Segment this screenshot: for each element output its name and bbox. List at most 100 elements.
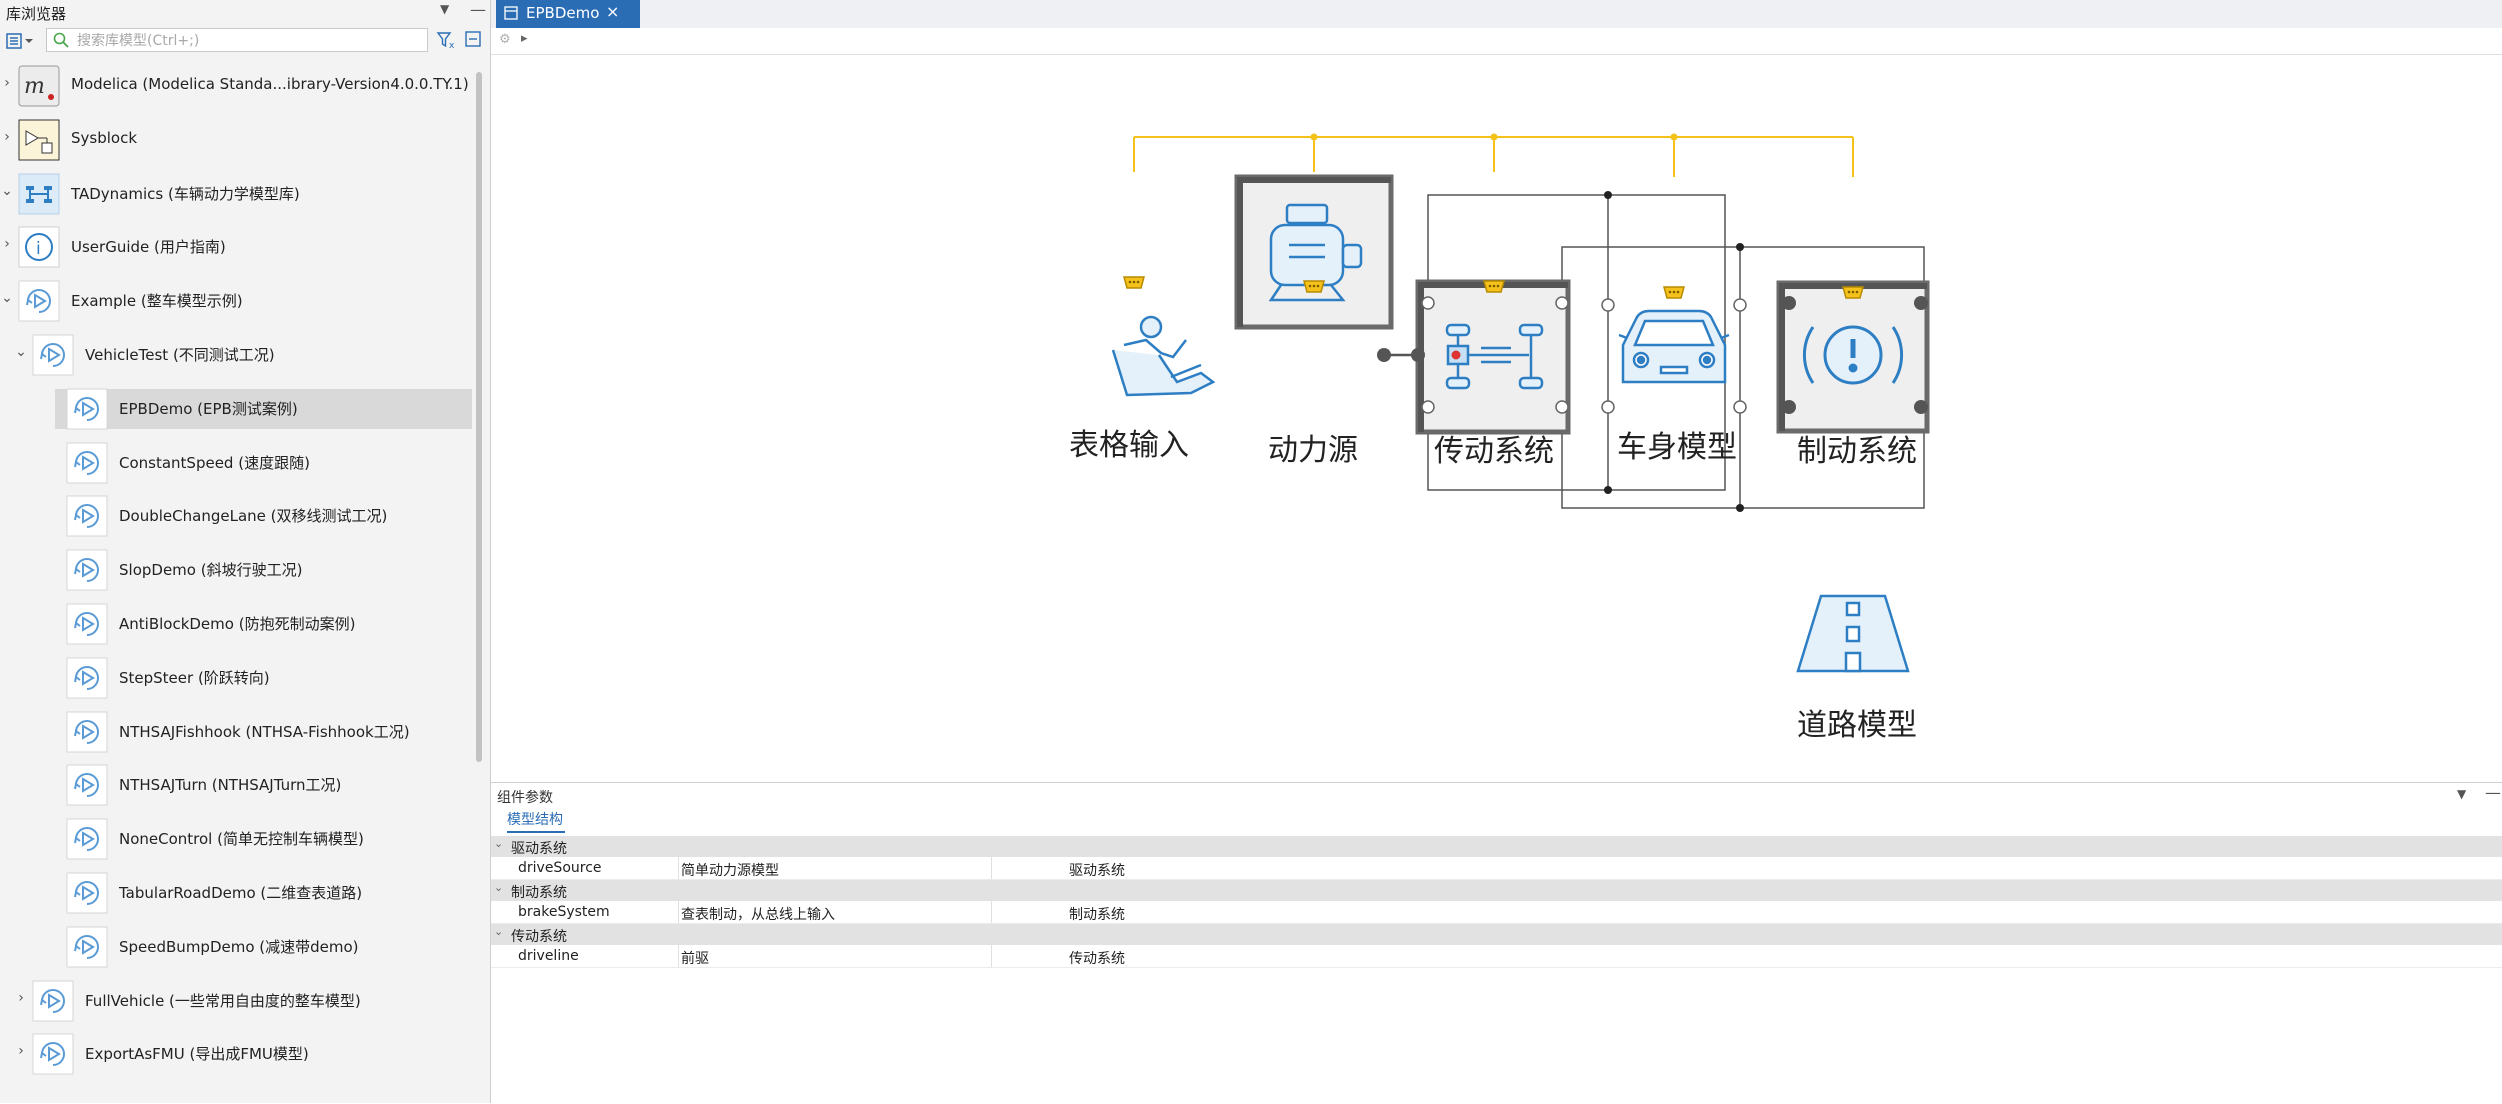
example-play-icon bbox=[18, 280, 60, 322]
car-icon bbox=[1618, 309, 1730, 384]
param-row[interactable]: driveline 前驱 传动系统 bbox=[491, 945, 2502, 968]
svg-text:m: m bbox=[24, 74, 45, 99]
component-params-panel: 组件参数 ▼ — 模型结构 ⌄ 驱动系统 driveSource 简单动力源模型 驱动系… bbox=[491, 782, 2502, 1104]
param-row[interactable]: driveSource 简单动力源模型 驱动系统 bbox=[491, 857, 2502, 880]
param-name: brakeSystem bbox=[518, 904, 610, 920]
tab-label: EPBDemo bbox=[526, 4, 600, 22]
connector-port-icon bbox=[1123, 276, 1145, 289]
tree-item[interactable]: › Sysblock bbox=[0, 115, 472, 165]
panel-menu-chevron-icon[interactable]: ▼ bbox=[440, 2, 449, 16]
chevron-down-icon[interactable]: ⌄ bbox=[0, 290, 14, 310]
param-group-label: 制动系统 bbox=[511, 885, 567, 901]
chevron-down-icon[interactable]: ⌄ bbox=[14, 344, 28, 364]
tree-item[interactable]: AntiBlockDemo (防抱死制动案例) bbox=[0, 599, 472, 649]
table-input-component[interactable] bbox=[1111, 276, 1216, 397]
chevron-down-icon[interactable]: ⌄ bbox=[494, 925, 503, 938]
model-document-icon bbox=[504, 6, 518, 20]
tree-item[interactable]: ⌄ TADynamics (车辆动力学模型库) bbox=[0, 169, 472, 219]
brake-system-label: 制动系统 bbox=[1797, 434, 1917, 469]
svg-text:x: x bbox=[449, 41, 455, 50]
chevron-right-icon[interactable]: › bbox=[14, 1043, 28, 1063]
tree-item-label: ExportAsFMU (导出成FMU模型) bbox=[85, 1045, 309, 1064]
tree-item[interactable]: TabularRoadDemo (二维查表道路) bbox=[0, 868, 472, 918]
library-view-menu-icon[interactable] bbox=[6, 30, 36, 52]
connector-port-icon bbox=[1303, 280, 1325, 293]
example-play-icon bbox=[66, 442, 108, 484]
tree-item[interactable]: ⌄ VehicleTest (不同测试工况) bbox=[0, 330, 472, 380]
chevron-down-icon[interactable]: ⌄ bbox=[494, 837, 503, 850]
example-play-icon bbox=[66, 603, 108, 645]
tree-item[interactable]: DoubleChangeLane (双移线测试工况) bbox=[0, 491, 472, 541]
panel-minimize-icon[interactable]: — bbox=[2485, 783, 2501, 802]
tree-item[interactable]: ⌄ Example (整车模型示例) bbox=[0, 276, 472, 326]
tree-item[interactable]: › FullVehicle (一些常用自由度的整车模型) bbox=[0, 976, 472, 1026]
param-group-header[interactable]: ⌄ 传动系统 bbox=[491, 924, 2502, 945]
column-divider bbox=[678, 945, 679, 967]
info-icon: i bbox=[18, 226, 60, 268]
example-play-icon bbox=[32, 980, 74, 1022]
example-play-icon bbox=[66, 872, 108, 914]
sysblock-icon bbox=[18, 119, 60, 161]
param-row[interactable]: brakeSystem 查表制动，从总线上输入 制动系统 bbox=[491, 901, 2502, 924]
example-play-icon bbox=[66, 818, 108, 860]
chevron-right-icon[interactable]: › bbox=[14, 990, 28, 1010]
tab-model-structure[interactable]: 模型结构 bbox=[507, 809, 565, 833]
tree-item-label: AntiBlockDemo (防抱死制动案例) bbox=[119, 615, 356, 633]
tree-item-label: Modelica (Modelica Standa...ibrary-Versi… bbox=[71, 75, 469, 93]
tree-item[interactable]: ConstantSpeed (速度跟随) bbox=[0, 438, 472, 488]
param-value[interactable]: 前驱 bbox=[681, 948, 709, 968]
road-model-label: 道路模型 bbox=[1797, 708, 1917, 743]
library-search-box[interactable] bbox=[46, 28, 428, 52]
chevron-down-icon[interactable]: ⌄ bbox=[494, 881, 503, 894]
param-group-header[interactable]: ⌄ 驱动系统 bbox=[491, 836, 2502, 857]
tree-item-label: SlopDemo (斜坡行驶工况) bbox=[119, 561, 303, 580]
chevron-right-icon[interactable]: › bbox=[0, 129, 14, 149]
column-divider bbox=[991, 857, 992, 879]
power-source-component[interactable] bbox=[1234, 174, 1394, 362]
chevron-right-icon[interactable]: › bbox=[0, 75, 14, 95]
chevron-down-icon[interactable]: ⌄ bbox=[0, 183, 14, 203]
tree-item-label: EPBDemo (EPB测试案例) bbox=[119, 399, 298, 418]
param-group-header[interactable]: ⌄ 制动系统 bbox=[491, 880, 2502, 901]
tree-item-label: SpeedBumpDemo (减速带demo) bbox=[119, 937, 359, 956]
tree-item[interactable]: SlopDemo (斜坡行驶工况) bbox=[0, 545, 472, 595]
tree-item[interactable]: NTHSAJFishhook (NTHSA-Fishhook工况) bbox=[0, 707, 472, 757]
breadcrumb-chevron-icon[interactable]: ▸ bbox=[521, 31, 528, 46]
tree-scrollbar[interactable] bbox=[476, 72, 482, 762]
param-name: driveline bbox=[518, 948, 579, 964]
tree-item[interactable]: › i UserGuide (用户指南) bbox=[0, 222, 472, 272]
tree-item[interactable]: › ExportAsFMU (导出成FMU模型) bbox=[0, 1029, 472, 1079]
panel-menu-chevron-icon[interactable]: ▼ bbox=[2457, 787, 2466, 801]
param-description: 驱动系统 bbox=[1069, 863, 1125, 879]
tree-item[interactable]: StepSteer (阶跃转向) bbox=[0, 653, 472, 703]
tab-epbdemo[interactable]: EPBDemo × bbox=[496, 0, 640, 28]
example-play-icon bbox=[66, 926, 108, 968]
example-play-icon bbox=[32, 1033, 74, 1075]
breadcrumb-home-icon[interactable]: ⚙ bbox=[499, 32, 511, 47]
collapse-all-icon[interactable] bbox=[464, 30, 484, 50]
chevron-right-icon[interactable]: › bbox=[0, 236, 14, 256]
tree-item-label: TabularRoadDemo (二维查表道路) bbox=[119, 884, 363, 902]
driver-seat-icon bbox=[1111, 315, 1216, 397]
tree-item[interactable]: SpeedBumpDemo (减速带demo) bbox=[0, 922, 472, 972]
driveline-component[interactable] bbox=[1411, 279, 1571, 435]
tree-item-label: UserGuide (用户指南) bbox=[71, 238, 226, 257]
column-divider bbox=[991, 901, 992, 923]
params-grid: ⌄ 驱动系统 driveSource 简单动力源模型 驱动系统 ⌄ 制动系统 brakeSys… bbox=[491, 836, 2502, 968]
tree-item[interactable]: NTHSAJTurn (NTHSAJTurn工况) bbox=[0, 760, 472, 810]
param-value[interactable]: 查表制动，从总线上输入 bbox=[681, 904, 835, 924]
road-model-component[interactable] bbox=[1796, 594, 1910, 673]
tree-item[interactable]: › m Modelica (Modelica Standa...ibrary-Ver… bbox=[0, 61, 472, 111]
param-value[interactable]: 简单动力源模型 bbox=[681, 860, 779, 880]
tree-item[interactable]: NoneControl (简单无控制车辆模型) bbox=[0, 814, 472, 864]
close-icon[interactable]: × bbox=[606, 2, 619, 21]
breadcrumb: ⚙ ▸ bbox=[491, 28, 2502, 55]
tree-item[interactable]: EPBDemo (EPB测试案例) bbox=[0, 384, 472, 434]
example-play-icon bbox=[66, 657, 108, 699]
filter-icon[interactable]: x bbox=[436, 30, 456, 51]
search-icon bbox=[53, 32, 69, 48]
model-diagram-canvas[interactable]: 表格输入 动力源 传动系统 车身模型 制动系统 道路模型 bbox=[491, 55, 2502, 782]
brake-system-component[interactable] bbox=[1776, 280, 1930, 434]
library-search-input[interactable] bbox=[75, 30, 419, 52]
panel-minimize-icon[interactable]: — bbox=[470, 0, 486, 19]
